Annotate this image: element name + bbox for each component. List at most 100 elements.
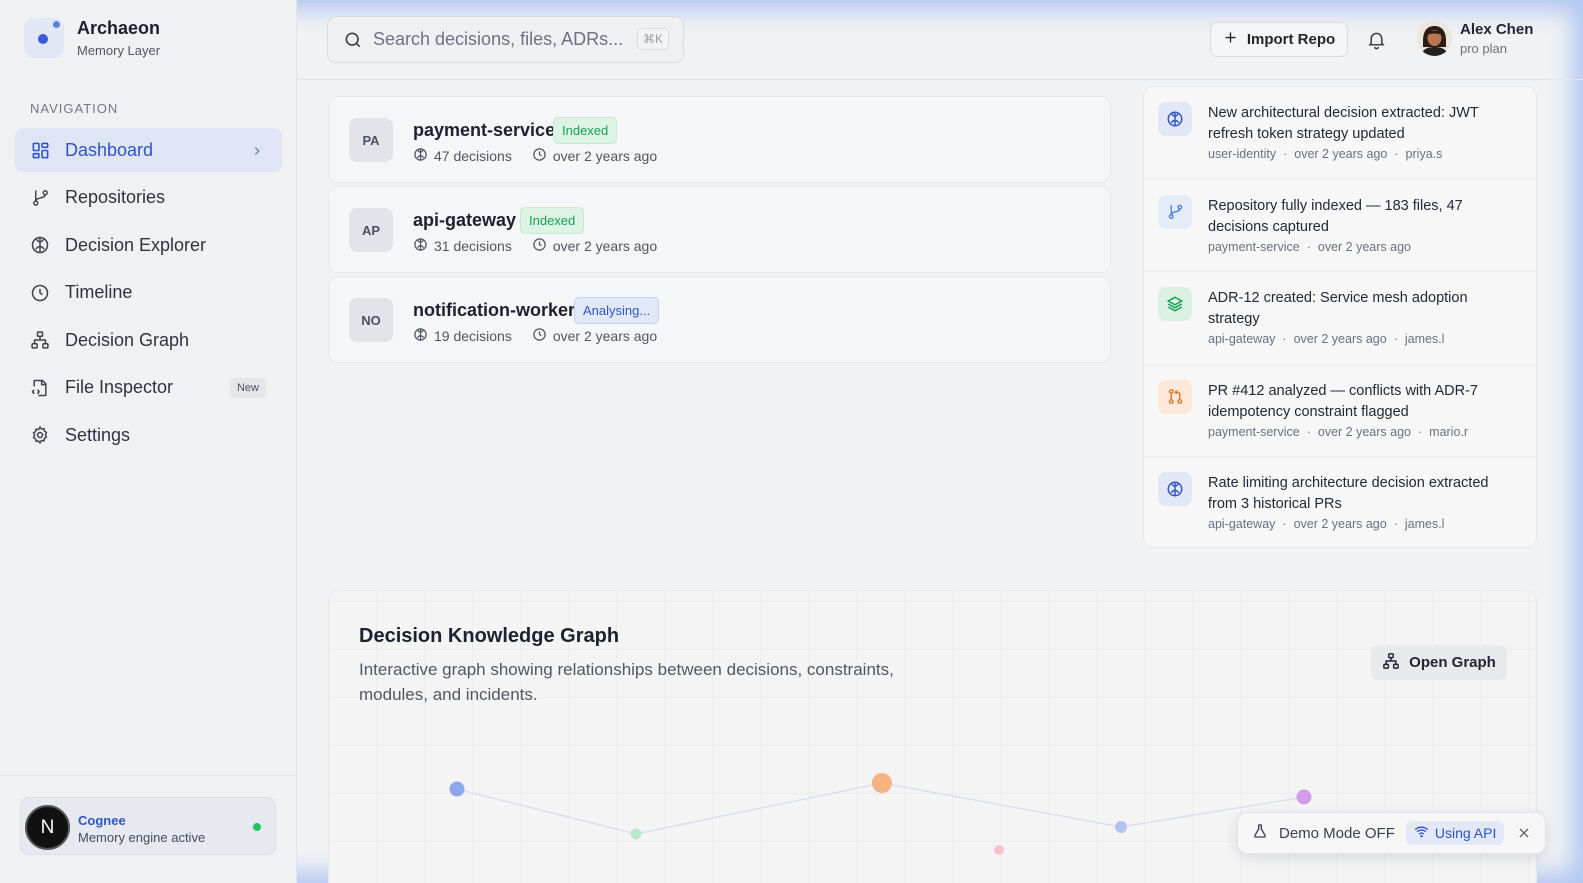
- brain-icon: [30, 235, 50, 255]
- activity-meta: user-identity · over 2 years ago · priya.s: [1208, 147, 1443, 161]
- search-box[interactable]: ⌘K: [327, 16, 684, 63]
- engine-status: Memory engine active: [78, 830, 206, 845]
- brand[interactable]: Archaeon Memory Layer: [24, 18, 160, 58]
- activity-repo[interactable]: payment-service: [1208, 425, 1300, 439]
- engine-name: Cognee: [78, 813, 126, 828]
- graph-node[interactable]: [1115, 821, 1127, 833]
- brain-icon: [413, 237, 428, 255]
- import-repo-button[interactable]: Import Repo: [1210, 22, 1348, 57]
- status-badge: Analysing...: [574, 297, 660, 324]
- repo-meta: 47 decisions over 2 years ago: [413, 147, 657, 165]
- sidebar-item-label: Decision Explorer: [65, 234, 207, 255]
- graph-node[interactable]: [872, 773, 892, 793]
- bell-icon[interactable]: [1366, 29, 1387, 55]
- graph-description: Interactive graph showing relationships …: [359, 660, 894, 704]
- brain-icon: [413, 327, 428, 345]
- repo-abbr: AP: [349, 208, 393, 252]
- repo-card-payment-service[interactable]: PA payment-service Indexed 47 decisions …: [328, 96, 1111, 183]
- graph-title: Decision Knowledge Graph: [359, 625, 620, 647]
- sidebar-item-timeline[interactable]: Timeline: [15, 271, 282, 315]
- clock-icon: [532, 147, 547, 165]
- sidebar-item-dashboard[interactable]: Dashboard: [15, 128, 282, 172]
- activity-meta: api-gateway · over 2 years ago · james.l: [1208, 332, 1445, 347]
- activity-item[interactable]: Rate limiting architecture decision extr…: [1144, 457, 1536, 550]
- repository-list: PA payment-service Indexed 47 decisions …: [328, 96, 1111, 366]
- search-shortcut: ⌘K: [636, 28, 669, 50]
- activity-title: Repository fully indexed — 183 files, 47…: [1208, 197, 1463, 235]
- brand-subtitle: Memory Layer: [77, 43, 161, 58]
- search-input[interactable]: [373, 29, 628, 50]
- graph-node[interactable]: [994, 845, 1004, 855]
- activity-repo[interactable]: payment-service: [1208, 240, 1300, 254]
- chevron-right-icon: [250, 142, 264, 163]
- activity-item[interactable]: Repository fully indexed — 183 files, 47…: [1144, 180, 1536, 273]
- search-icon: [343, 30, 363, 50]
- top-header: ⌘K Import Repo Alex Chen pro plan: [297, 0, 1583, 80]
- import-repo-label: Import Repo: [1246, 31, 1336, 48]
- graph-edge: [635, 782, 883, 835]
- engine-avatar: N: [25, 805, 70, 850]
- repo-card-notification-worker[interactable]: NO notification-worker Analysing... 19 d…: [328, 276, 1111, 363]
- user-name: Alex Chen: [1460, 21, 1534, 38]
- graph-edge: [456, 788, 637, 835]
- graph-node[interactable]: [449, 781, 465, 797]
- user-plan: pro plan: [1460, 41, 1507, 56]
- graph-node[interactable]: [630, 828, 642, 840]
- activity-repo[interactable]: user-identity: [1208, 147, 1276, 161]
- activity-item[interactable]: New architectural decision extracted: JW…: [1144, 87, 1536, 180]
- sidebar-item-repositories[interactable]: Repositories: [15, 176, 282, 220]
- activity-meta: api-gateway · over 2 years ago · james.l: [1208, 517, 1445, 532]
- network-icon: [1382, 652, 1400, 674]
- using-api-pill[interactable]: Using API: [1405, 821, 1505, 845]
- sidebar-item-decision-graph[interactable]: Decision Graph: [15, 318, 282, 362]
- nav-heading: NAVIGATION: [30, 101, 119, 116]
- activity-author: james.l: [1404, 517, 1445, 532]
- sidebar-item-file-inspector[interactable]: File Inspector New: [15, 366, 282, 410]
- activity-title: New architectural decision extracted: JW…: [1208, 105, 1479, 142]
- brain-icon: [1158, 102, 1192, 136]
- wifi-icon: [1414, 824, 1429, 842]
- file-code-icon: [30, 378, 50, 398]
- sidebar-item-label: Settings: [65, 424, 131, 445]
- gear-icon: [30, 425, 50, 445]
- repo-name[interactable]: payment-service: [413, 120, 555, 141]
- repo-name[interactable]: notification-worker: [413, 300, 575, 321]
- brain-icon: [1158, 472, 1192, 507]
- git-branch-icon: [1158, 194, 1192, 229]
- graph-node[interactable]: [1296, 789, 1312, 805]
- sidebar-item-decision-explorer[interactable]: Decision Explorer: [15, 223, 282, 267]
- network-icon: [30, 330, 50, 350]
- repo-meta: 19 decisions over 2 years ago: [413, 327, 657, 345]
- demo-mode-label: Demo Mode OFF: [1279, 824, 1395, 842]
- activity-item[interactable]: PR #412 analyzed — conflicts with ADR-7 …: [1144, 365, 1536, 458]
- activity-item[interactable]: ADR-12 created: Service mesh adoption st…: [1144, 272, 1536, 365]
- close-icon[interactable]: [1517, 826, 1531, 840]
- clock-icon: [30, 283, 50, 303]
- layers-icon: [1158, 287, 1192, 322]
- activity-meta: payment-service · over 2 years ago: [1208, 239, 1411, 254]
- using-api-label: Using API: [1434, 825, 1497, 841]
- sidebar-item-label: File Inspector: [65, 377, 174, 397]
- activity-repo[interactable]: api-gateway: [1208, 332, 1275, 346]
- status-badge: Indexed: [520, 207, 585, 234]
- graph-edge: [881, 782, 1122, 828]
- repo-card-api-gateway[interactable]: AP api-gateway Indexed 31 decisions over…: [328, 186, 1111, 273]
- open-graph-button[interactable]: Open Graph: [1371, 645, 1507, 680]
- activity-repo[interactable]: api-gateway: [1208, 517, 1275, 531]
- memory-engine-card[interactable]: N Cognee Memory engine active: [20, 797, 276, 855]
- clock-icon: [532, 327, 547, 345]
- repo-meta: 31 decisions over 2 years ago: [413, 237, 657, 255]
- repo-updated: over 2 years ago: [552, 328, 658, 344]
- activity-feed: New architectural decision extracted: JW…: [1143, 86, 1537, 548]
- sidebar-item-settings[interactable]: Settings: [15, 413, 282, 457]
- brand-logo-icon: [24, 18, 64, 58]
- repo-decisions: 19 decisions: [434, 328, 512, 344]
- activity-time: over 2 years ago: [1317, 239, 1411, 254]
- repo-updated: over 2 years ago: [552, 238, 658, 254]
- repo-name[interactable]: api-gateway: [413, 210, 516, 231]
- activity-author: mario.r: [1429, 424, 1469, 439]
- sidebar-footer: N Cognee Memory engine active: [0, 775, 297, 883]
- activity-time: over 2 years ago: [1317, 424, 1411, 439]
- user-avatar[interactable]: [1417, 21, 1452, 56]
- brain-icon: [413, 147, 428, 165]
